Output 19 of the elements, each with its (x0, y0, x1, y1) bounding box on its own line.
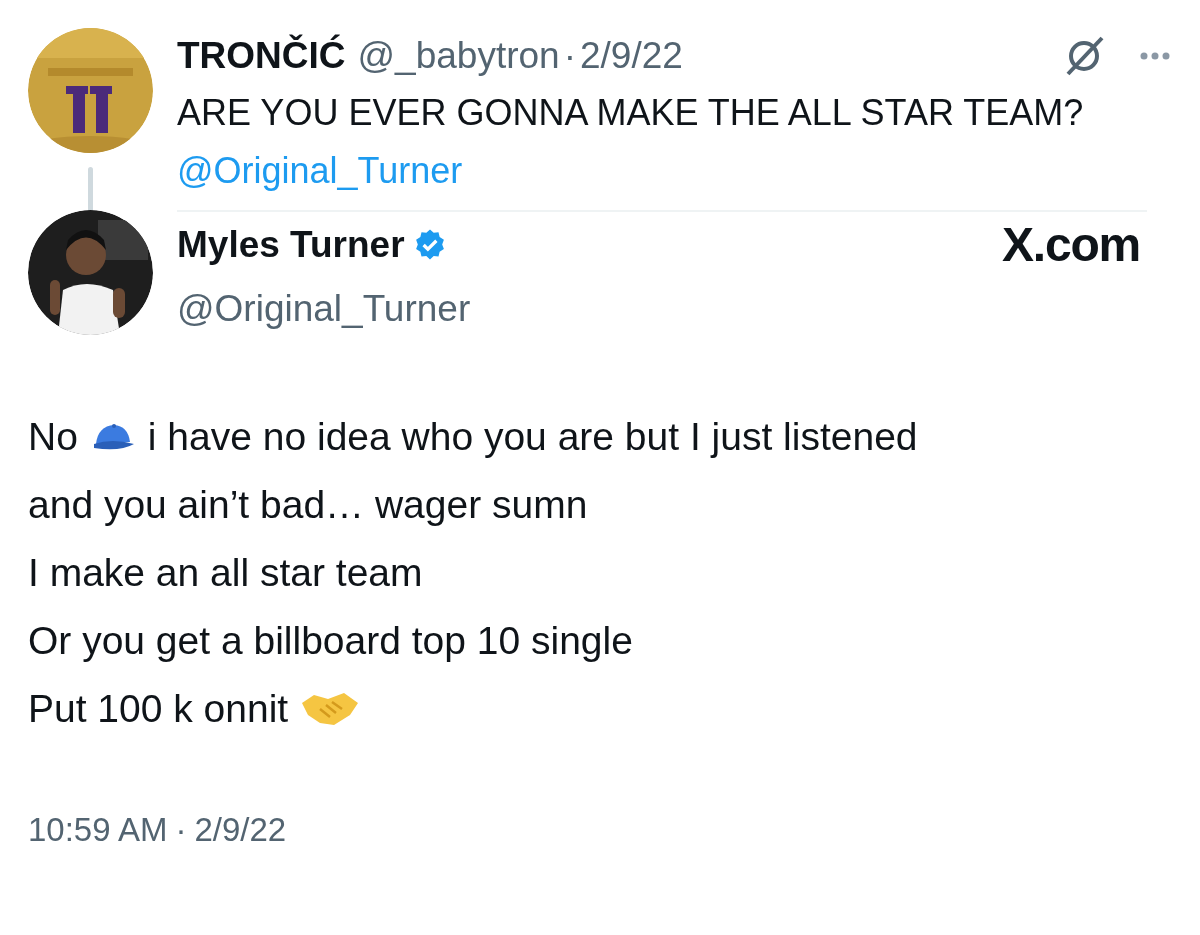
post-text: i have no idea who you are but I just listened (147, 413, 918, 460)
post-time: 10:59 AM (28, 809, 168, 850)
post-text: and you ain’t bad… wager sumn (28, 481, 588, 528)
post-text: Put 100 k onnit (28, 685, 289, 732)
site-logo: X.com (1001, 217, 1140, 273)
post-text: No (28, 413, 78, 460)
author-name: Myles Turner (177, 223, 405, 268)
post-text: ARE YOU EVER GONNA MAKE THE ALL STAR TEAM? @Original_Turner (177, 91, 1085, 193)
post-text: I make an all star team (28, 549, 423, 596)
separator: · (563, 34, 576, 79)
separator: · (175, 809, 187, 850)
post-text: Or you get a billboard top 10 single (28, 617, 633, 664)
post-date: 2/9/22 (580, 34, 683, 79)
more-options-icon[interactable] (1140, 52, 1170, 60)
author-handle: @Original_Turner (177, 287, 472, 331)
mention-link[interactable]: @Original_Turner (177, 150, 463, 191)
author-handle: @_babytron (357, 34, 560, 79)
post-date: 2/9/22 (194, 809, 287, 850)
author-name: TRONČIĆ (177, 33, 346, 79)
